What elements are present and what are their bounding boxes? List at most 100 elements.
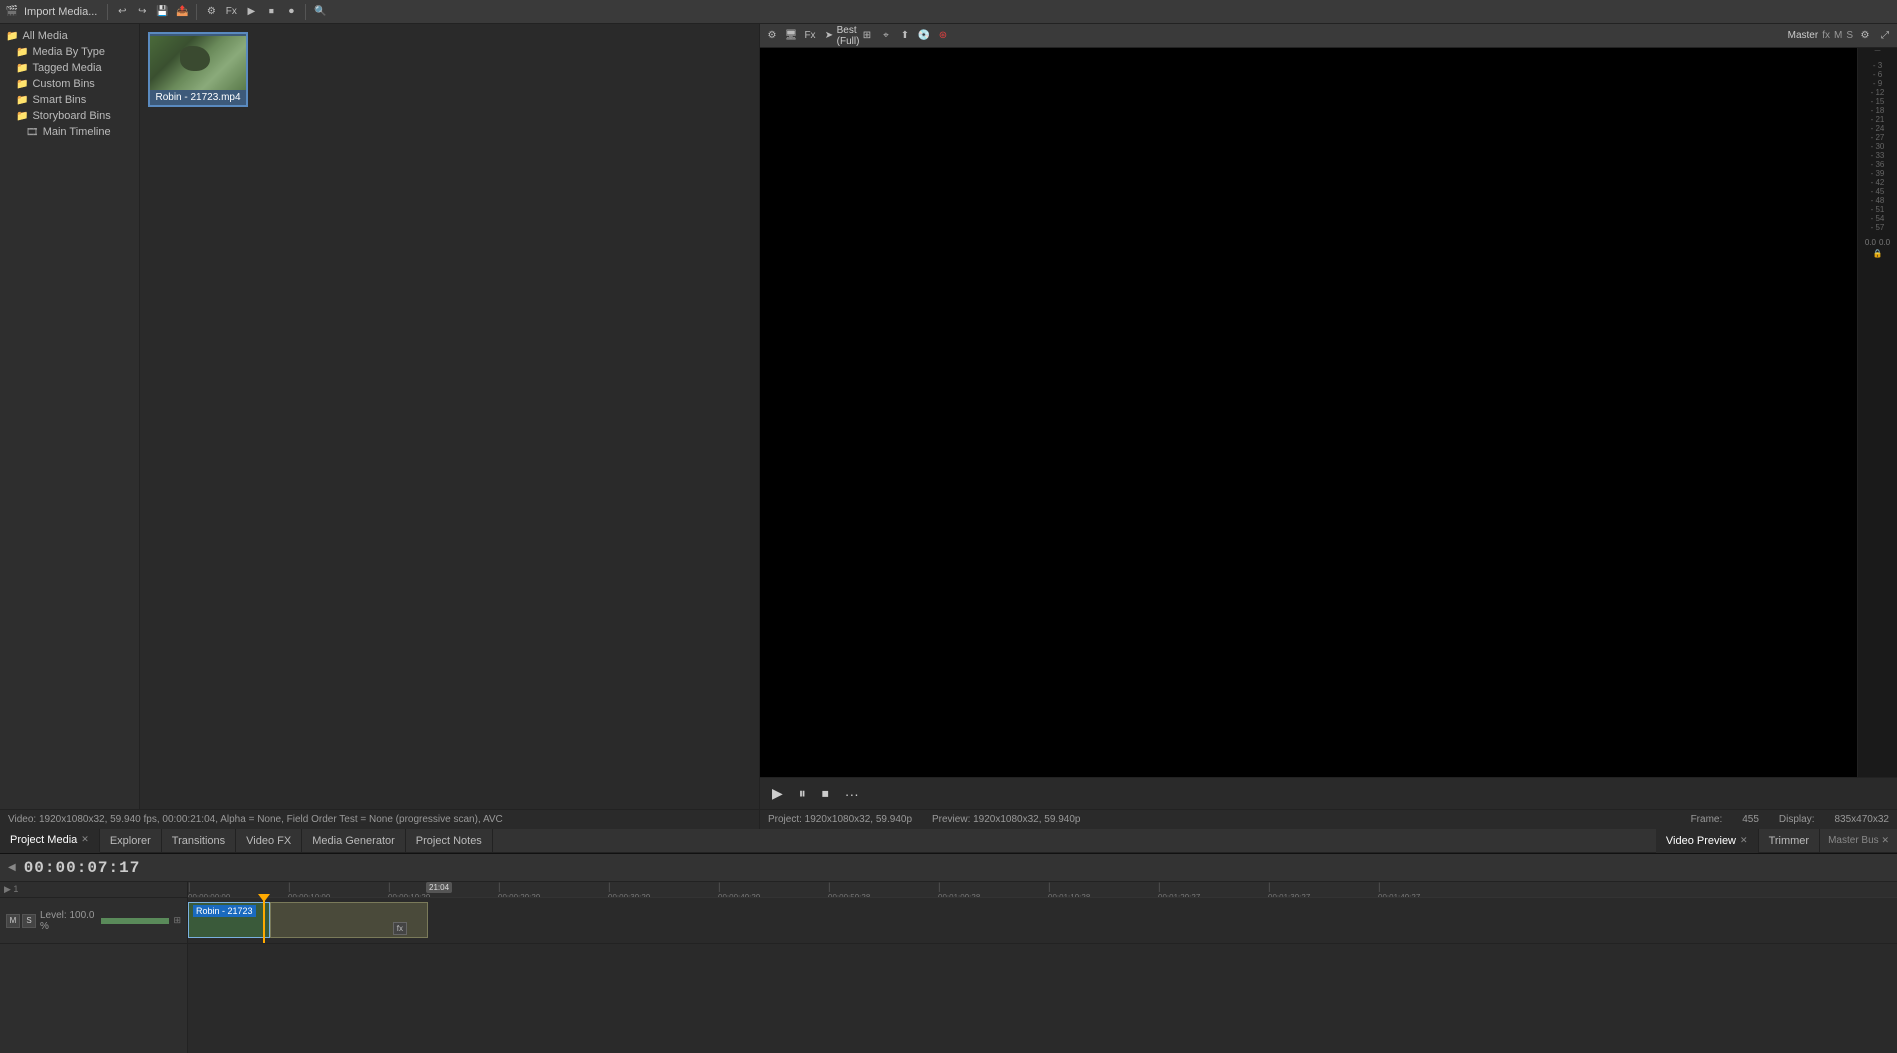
vu-27: - 27 [1871, 133, 1885, 142]
ruler-tick-6: 00:00:59:28 [828, 882, 870, 898]
undo-icon[interactable]: ↩ [114, 4, 130, 20]
sidebar-item-media-by-type[interactable]: 📁 Media By Type [0, 44, 139, 60]
vegas-icon[interactable]: ⊛ [935, 28, 951, 44]
frame-label: Frame: [1691, 814, 1723, 825]
video-preview[interactable] [760, 48, 1857, 777]
master-bus-label: Master Bus ✕ [1820, 835, 1897, 846]
frame-value: 455 [1742, 814, 1759, 825]
solo-button[interactable]: S [22, 914, 36, 928]
tab-trimmer[interactable]: Trimmer [1759, 829, 1821, 853]
mute-button[interactable]: M [6, 914, 20, 928]
top-toolbar: 🎬 Import Media... ↩ ↪ 💾 📤 ⚙ Fx ▶ ⏹ ⏺ 🔍 [0, 0, 1897, 24]
record-icon[interactable]: ⏺ [283, 4, 299, 20]
preview-area-wrapper: ‾‾ - 3 - 6 - 9 - 12 - 15 - 18 - 21 - 24 … [760, 48, 1897, 777]
timeline-tracks[interactable]: 21:04 00:00:00:00 00:00:10:00 00:00:19:2… [188, 882, 1897, 1053]
snap-icon[interactable]: ⌖ [878, 28, 894, 44]
media-content: Robin - 21723.mp4 [140, 24, 759, 809]
sidebar-item-all-media[interactable]: 📁 All Media [0, 28, 139, 44]
tab-project-notes[interactable]: Project Notes [406, 829, 493, 853]
media-area: 📁 All Media 📁 Media By Type 📁 Tagged Med… [0, 24, 759, 809]
export-right-icon[interactable]: ⬆ [897, 28, 913, 44]
arrow-icon[interactable]: ➤ [821, 28, 837, 44]
video-clip-selected[interactable]: Robin - 21723 [188, 902, 270, 938]
timecode-display: 00:00:07:17 [24, 859, 141, 877]
tab-project-media[interactable]: Project Media ✕ [0, 829, 100, 853]
sidebar-item-tagged-media[interactable]: 📁 Tagged Media [0, 60, 139, 76]
vu-54: - 54 [1871, 214, 1885, 223]
vu-30: - 30 [1871, 142, 1885, 151]
sep2 [196, 4, 197, 20]
sidebar-item-storyboard-bins[interactable]: 📁 Storyboard Bins [0, 108, 139, 124]
project-info: Project: 1920x1080x32, 59.940p [768, 814, 912, 825]
tab-video-fx[interactable]: Video FX [236, 829, 302, 853]
grid-icon[interactable]: ⊞ [859, 28, 875, 44]
vu-57: - 57 [1871, 223, 1885, 232]
tab-video-preview[interactable]: Video Preview ✕ [1656, 829, 1759, 853]
tab-transitions[interactable]: Transitions [162, 829, 236, 853]
vu-val-l: 0.0 [1865, 238, 1876, 247]
vu-12: - 12 [1871, 88, 1885, 97]
tab-media-generator[interactable]: Media Generator [302, 829, 406, 853]
collapse-icon[interactable]: ◀ [8, 862, 16, 873]
level-text: Level: 100.0 % [40, 910, 97, 932]
master-bus-close[interactable]: ✕ [1881, 835, 1889, 845]
render-icon[interactable]: 📤 [174, 4, 190, 20]
search-icon[interactable]: 🔍 [312, 4, 328, 20]
ruler-tick-2: 00:00:19:29 [388, 882, 430, 898]
tab-explorer[interactable]: Explorer [100, 829, 162, 853]
quality-label[interactable]: Best (Full) [840, 28, 856, 44]
sidebar-item-custom-bins[interactable]: 📁 Custom Bins [0, 76, 139, 92]
vu-36: - 36 [1871, 160, 1885, 169]
sidebar-item-smart-bins[interactable]: 📁 Smart Bins [0, 92, 139, 108]
main-layout: 📁 All Media 📁 Media By Type 📁 Tagged Med… [0, 24, 1897, 829]
preview-controls: ▶ ⏸ ⏹ ··· [760, 777, 1897, 809]
stop-button[interactable]: ⏹ [818, 783, 833, 804]
track-btns-1: M S [6, 914, 36, 928]
save-icon[interactable]: 💾 [154, 4, 170, 20]
pause-button[interactable]: ⏸ [795, 783, 810, 804]
folder-icon: 📁 [16, 47, 28, 58]
vu-18: - 18 [1871, 106, 1885, 115]
fx-icon[interactable]: Fx [223, 4, 239, 20]
disk-icon[interactable]: 💿 [916, 28, 932, 44]
stop-icon[interactable]: ⏹ [263, 4, 279, 20]
monitor-icon[interactable]: 🖥 [783, 28, 799, 44]
timeline-header: ◀ 00:00:07:17 [0, 854, 1897, 882]
play-button[interactable]: ▶ [768, 783, 787, 804]
fx-right-icon[interactable]: Fx [802, 28, 818, 44]
vu-45: - 45 [1871, 187, 1885, 196]
preview-info-text: Preview: 1920x1080x32, 59.940p [932, 814, 1080, 825]
timeline-ruler: 21:04 00:00:00:00 00:00:10:00 00:00:19:2… [188, 882, 1897, 898]
more-button[interactable]: ··· [841, 784, 863, 804]
vu-51: - 51 [1871, 205, 1885, 214]
right-panel: ⚙ 🖥 Fx ➤ Best (Full) ⊞ ⌖ ⬆ 💿 ⊛ Master fx… [760, 24, 1897, 829]
track-header-ruler: ▶ 1 [0, 882, 187, 898]
level-expand[interactable]: ⊞ [173, 915, 181, 926]
sep3 [305, 4, 306, 20]
resize-icon[interactable]: ⤢ [1877, 28, 1893, 44]
vu-15: - 15 [1871, 97, 1885, 106]
tab-close-video-preview[interactable]: ✕ [1740, 835, 1748, 846]
vu-meter: ‾‾ - 3 - 6 - 9 - 12 - 15 - 18 - 21 - 24 … [1857, 48, 1897, 777]
redo-icon[interactable]: ↪ [134, 4, 150, 20]
video-clip-rest[interactable]: fx [270, 902, 428, 938]
track-headers: ▶ 1 M S Level: 100.0 % ⊞ [0, 882, 188, 1053]
media-thumbnail[interactable]: Robin - 21723.mp4 [148, 32, 248, 107]
folder-icon: 📁 [6, 31, 18, 42]
playhead-marker [258, 894, 270, 902]
track-level: Level: 100.0 % ⊞ [40, 910, 181, 932]
right-toolbar: ⚙ 🖥 Fx ➤ Best (Full) ⊞ ⌖ ⬆ 💿 ⊛ Master fx… [760, 24, 1897, 48]
s-label: S [1846, 30, 1853, 41]
folder-icon: 📁 [16, 95, 28, 106]
sidebar-item-main-timeline[interactable]: 🎞 Main Timeline [0, 124, 139, 140]
settings-icon[interactable]: ⚙ [203, 4, 219, 20]
vu-21: - 21 [1871, 115, 1885, 124]
master-label: Master [1788, 30, 1819, 41]
play-icon[interactable]: ▶ [243, 4, 259, 20]
level-bar[interactable] [101, 918, 170, 924]
settings-master-icon[interactable]: ⚙ [1857, 28, 1873, 44]
tab-close-project-media[interactable]: ✕ [81, 834, 89, 845]
playhead[interactable] [263, 898, 265, 943]
folder-icon: 📁 [16, 111, 28, 122]
settings-right-icon[interactable]: ⚙ [764, 28, 780, 44]
